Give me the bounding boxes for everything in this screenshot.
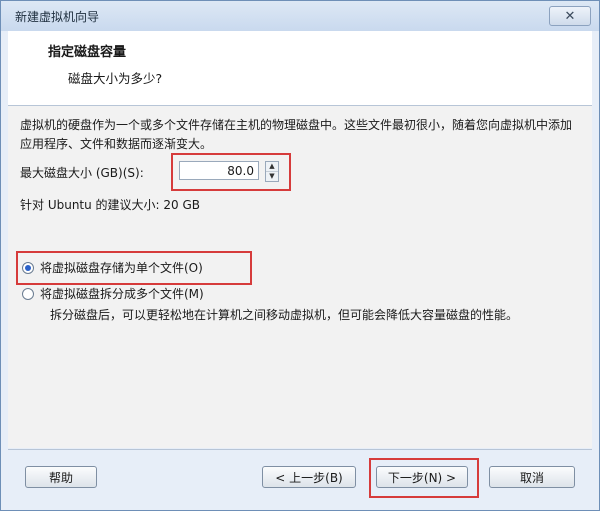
- back-button[interactable]: < 上一步(B): [262, 466, 356, 488]
- close-button[interactable]: ✕: [549, 6, 591, 26]
- disk-size-input[interactable]: 80.0: [179, 161, 259, 180]
- radio-split-files[interactable]: 将虚拟磁盘拆分成多个文件(M): [22, 285, 204, 302]
- suggested-size: 针对 Ubuntu 的建议大小: 20 GB: [20, 198, 201, 212]
- wizard-header: 指定磁盘容量 磁盘大小为多少?: [8, 31, 592, 106]
- title-bar[interactable]: 新建虚拟机向导 ✕: [1, 1, 599, 31]
- radio-split-files-label: 将虚拟磁盘拆分成多个文件(M): [40, 287, 204, 301]
- spin-up-icon[interactable]: ▲: [266, 162, 278, 172]
- help-button[interactable]: 帮助: [25, 466, 97, 488]
- radio-single-file[interactable]: 将虚拟磁盘存储为单个文件(O): [22, 259, 203, 276]
- close-icon: ✕: [564, 8, 576, 24]
- disk-size-label: 最大磁盘大小 (GB)(S):: [20, 166, 144, 180]
- spin-down-icon[interactable]: ▼: [266, 172, 278, 181]
- radio-selected-icon[interactable]: [22, 261, 34, 274]
- next-button-highlight: 下一步(N) >: [369, 458, 479, 498]
- next-button[interactable]: 下一步(N) >: [376, 466, 468, 488]
- disk-size-highlight: 80.0 ▲ ▼: [171, 153, 291, 191]
- page-title: 指定磁盘容量: [48, 45, 127, 60]
- page-subtitle: 磁盘大小为多少?: [68, 71, 163, 86]
- disk-size-spinner[interactable]: ▲ ▼: [265, 161, 279, 182]
- wizard-window: 新建虚拟机向导 ✕ 指定磁盘容量 磁盘大小为多少? 虚拟机的硬盘作为一个或多个文…: [0, 0, 600, 511]
- disk-description: 虚拟机的硬盘作为一个或多个文件存储在主机的物理磁盘中。这些文件最初很小，随着您向…: [20, 118, 573, 151]
- wizard-body: 虚拟机的硬盘作为一个或多个文件存储在主机的物理磁盘中。这些文件最初很小，随着您向…: [8, 106, 592, 448]
- cancel-button[interactable]: 取消: [489, 466, 575, 488]
- radio-single-file-label: 将虚拟磁盘存储为单个文件(O): [40, 261, 203, 275]
- radio-unselected-icon[interactable]: [22, 287, 34, 300]
- wizard-footer: 帮助 < 上一步(B) 下一步(N) > 取消: [8, 449, 592, 506]
- window-title: 新建虚拟机向导: [15, 10, 100, 24]
- split-note: 拆分磁盘后，可以更轻松地在计算机之间移动虚拟机，但可能会降低大容量磁盘的性能。: [50, 308, 519, 322]
